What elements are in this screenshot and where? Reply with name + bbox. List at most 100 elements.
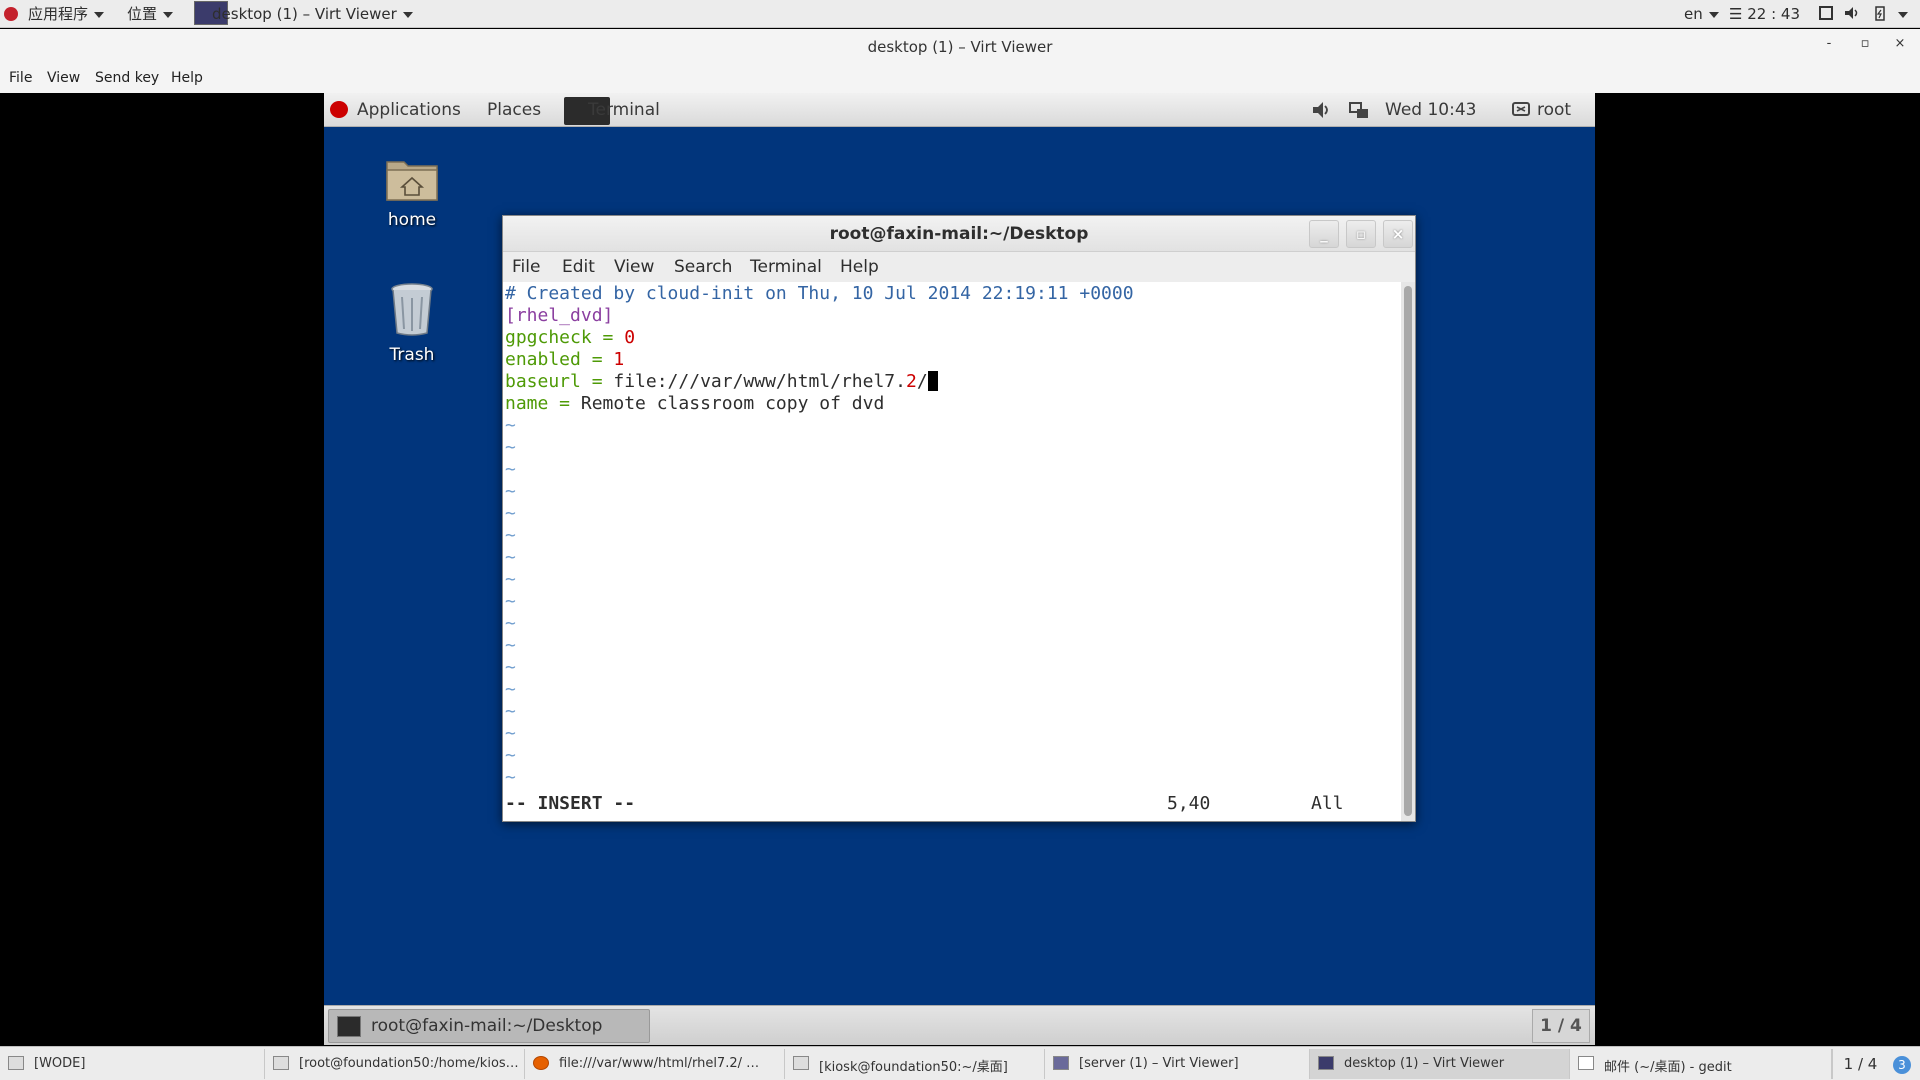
baseurl-version: 2: [905, 371, 917, 392]
viewer-titlebar: desktop (1) – Virt Viewer - ▫ ×: [0, 29, 1920, 65]
host-window-label: desktop (1) – Virt Viewer: [212, 5, 397, 23]
guest-workspace-pager[interactable]: 1 / 4: [1532, 1009, 1590, 1043]
terminal-small-icon: [273, 1056, 289, 1070]
virt-viewer-icon: [1318, 1056, 1334, 1070]
terminal-small-icon: [793, 1056, 809, 1070]
menu-lines-icon: ☰: [1729, 5, 1743, 23]
volume-icon[interactable]: [1844, 5, 1860, 21]
terminal-scrollbar-thumb[interactable]: [1404, 286, 1412, 816]
tilde-marker: ~: [505, 481, 516, 502]
host-window-menu[interactable]: desktop (1) – Virt Viewer: [212, 4, 413, 24]
terminal-text-area[interactable]: # Created by cloud-init on Thu, 10 Jul 2…: [503, 282, 1401, 821]
host-task-wode[interactable]: [WODE]: [0, 1049, 265, 1079]
guest-task-terminal[interactable]: root@faxin-mail:~/Desktop: [328, 1009, 650, 1043]
terminal-menu-file[interactable]: File: [512, 257, 540, 277]
terminal-window[interactable]: root@faxin-mail:~/Desktop _ ▫ × File Edi…: [502, 215, 1416, 822]
terminal-menu-edit[interactable]: Edit: [562, 257, 595, 277]
chevron-down-icon: [1708, 11, 1719, 18]
battery-icon[interactable]: [1872, 5, 1888, 21]
viewer-menu-send-key[interactable]: Send key: [95, 70, 159, 86]
terminal-minimize-button[interactable]: _: [1309, 220, 1339, 248]
language-selector[interactable]: en: [1684, 4, 1719, 24]
user-icon: [1512, 102, 1530, 116]
viewer-menubar: File View Send key Help: [0, 65, 1920, 93]
guest-display[interactable]: Applications Places Terminal Wed 10:43 r…: [324, 93, 1595, 1045]
tilde-marker: ~: [505, 613, 516, 634]
terminal-maximize-button[interactable]: ▫: [1346, 220, 1376, 248]
terminal-menu-search[interactable]: Search: [674, 257, 732, 277]
trash-desktop-icon[interactable]: Trash: [367, 281, 457, 365]
enabled-value: 1: [613, 349, 625, 370]
tilde-marker: ~: [505, 459, 516, 480]
guest-top-panel: Applications Places Terminal Wed 10:43 r…: [324, 93, 1595, 127]
terminal-titlebar[interactable]: root@faxin-mail:~/Desktop _ ▫ ×: [503, 216, 1415, 252]
terminal-menu-view[interactable]: View: [614, 257, 654, 277]
notification-badge[interactable]: 3: [1893, 1056, 1911, 1074]
guest-user-menu[interactable]: root: [1537, 100, 1571, 120]
tilde-marker: ~: [505, 415, 516, 436]
text-editor-icon: [1578, 1056, 1594, 1070]
guest-bottom-panel: root@faxin-mail:~/Desktop 1 / 4: [324, 1005, 1595, 1045]
guest-applications-menu[interactable]: Applications: [357, 100, 461, 120]
tilde-marker: ~: [505, 591, 516, 612]
tilde-marker: ~: [505, 701, 516, 722]
screen-icon[interactable]: [1818, 5, 1834, 21]
terminal-menubar: File Edit View Search Terminal Help: [503, 252, 1415, 282]
terminal-small-icon: [337, 1016, 361, 1037]
viewer-minimize-button[interactable]: -: [1821, 36, 1837, 51]
host-places-menu[interactable]: 位置: [127, 4, 174, 24]
guest-places-menu[interactable]: Places: [487, 100, 541, 120]
window-icon: [8, 1056, 24, 1070]
host-clock-label: 22 : 43: [1747, 5, 1800, 23]
host-task-label: [WODE]: [34, 1056, 86, 1071]
viewer-menu-file[interactable]: File: [9, 70, 32, 86]
terminal-menu-help[interactable]: Help: [840, 257, 879, 277]
tilde-marker: ~: [505, 679, 516, 700]
terminal-scrollbar[interactable]: [1401, 282, 1415, 821]
host-applications-label: 应用程序: [28, 5, 89, 23]
editor-line-gpgcheck: gpgcheck = 0: [505, 327, 635, 349]
enabled-key: enabled =: [505, 349, 614, 370]
vim-cursor-position: 5,40: [1167, 793, 1211, 814]
editor-line-baseurl: baseurl = file:///var/www/html/rhel7.2/: [505, 371, 938, 393]
volume-icon[interactable]: [1312, 101, 1332, 119]
editor-line-comment: # Created by cloud-init on Thu, 10 Jul 2…: [505, 283, 1134, 304]
folder-home-icon: [384, 154, 440, 204]
baseurl-key: baseurl =: [505, 371, 614, 392]
network-icon[interactable]: [1349, 101, 1369, 119]
host-clock[interactable]: ☰ 22 : 43: [1729, 4, 1800, 24]
guest-clock[interactable]: Wed 10:43: [1385, 100, 1476, 120]
gpgcheck-value: 0: [624, 327, 636, 348]
firefox-icon: [533, 1056, 549, 1070]
viewer-menu-help[interactable]: Help: [171, 70, 203, 86]
editor-line-enabled: enabled = 1: [505, 349, 624, 371]
terminal-title: root@faxin-mail:~/Desktop: [829, 224, 1089, 244]
tilde-marker: ~: [505, 767, 516, 788]
viewer-menu-view[interactable]: View: [47, 70, 80, 86]
host-task-kiosk-terminal[interactable]: [kiosk@foundation50:~/桌面]: [785, 1049, 1045, 1079]
viewer-close-button[interactable]: ×: [1892, 36, 1908, 51]
terminal-menu-terminal[interactable]: Terminal: [750, 257, 822, 277]
host-task-gedit[interactable]: 邮件 (~/桌面) - gedit: [1570, 1049, 1832, 1079]
host-task-label: 邮件 (~/桌面) - gedit: [1604, 1060, 1732, 1075]
editor-line-section: [rhel_dvd]: [505, 305, 614, 326]
terminal-close-button[interactable]: ×: [1383, 220, 1413, 248]
trash-icon-label: Trash: [389, 345, 435, 365]
language-label: en: [1684, 5, 1703, 23]
tilde-marker: ~: [505, 657, 516, 678]
home-desktop-icon[interactable]: home: [367, 154, 457, 230]
baseurl-slash: /: [916, 371, 928, 392]
host-task-firefox[interactable]: file:///var/www/html/rhel7.2/ …: [525, 1049, 785, 1079]
trash-icon: [388, 281, 436, 337]
host-applications-menu[interactable]: 应用程序: [28, 4, 105, 24]
guest-terminal-menu[interactable]: Terminal: [588, 100, 660, 120]
redhat-logo-icon: [330, 101, 348, 118]
name-key: name =: [505, 393, 581, 414]
viewer-maximize-button[interactable]: ▫: [1857, 36, 1873, 51]
host-task-server-viewer[interactable]: [server (1) – Virt Viewer]: [1045, 1049, 1310, 1079]
host-task-desktop-viewer[interactable]: desktop (1) – Virt Viewer: [1310, 1049, 1570, 1079]
host-workspace-pager[interactable]: 1 / 4: [1832, 1049, 1888, 1079]
host-task-root-terminal[interactable]: [root@foundation50:/home/kios…: [265, 1049, 525, 1079]
system-menu-chevron-icon[interactable]: [1898, 12, 1908, 18]
vim-mode-indicator: -- INSERT --: [505, 793, 636, 814]
